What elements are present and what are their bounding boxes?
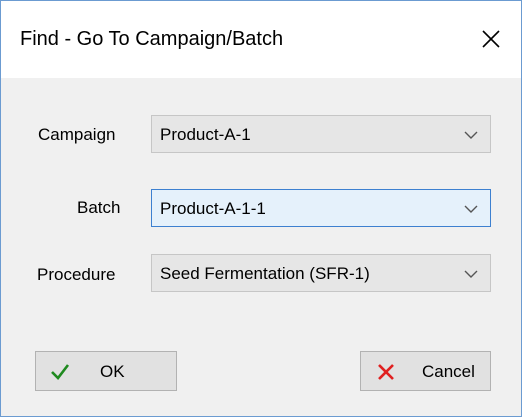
batch-value: Product-A-1-1 — [160, 199, 266, 218]
cancel-label: Cancel — [422, 362, 475, 381]
chevron-down-icon — [464, 131, 478, 139]
batch-dropdown[interactable]: Product-A-1-1 — [151, 189, 491, 227]
ok-button[interactable]: OK — [35, 351, 177, 391]
title-bar: Find - Go To Campaign/Batch — [1, 1, 521, 78]
ok-label: OK — [100, 362, 125, 381]
procedure-dropdown[interactable]: Seed Fermentation (SFR-1) — [151, 254, 491, 292]
procedure-label: Procedure — [37, 265, 116, 284]
dialog-title: Find - Go To Campaign/Batch — [20, 28, 284, 50]
campaign-dropdown[interactable]: Product-A-1 — [151, 115, 491, 153]
find-dialog: Find - Go To Campaign/Batch Campaign Pro… — [0, 0, 522, 417]
close-icon — [482, 30, 500, 48]
cancel-button[interactable]: Cancel — [360, 351, 491, 391]
chevron-down-icon — [464, 205, 478, 213]
batch-label: Batch — [77, 198, 121, 217]
procedure-value: Seed Fermentation (SFR-1) — [160, 264, 370, 283]
campaign-value: Product-A-1 — [160, 125, 251, 144]
campaign-label: Campaign — [38, 125, 116, 144]
cross-icon — [378, 364, 394, 380]
close-button[interactable] — [471, 21, 511, 57]
chevron-down-icon — [464, 270, 478, 278]
checkmark-icon — [51, 364, 70, 380]
